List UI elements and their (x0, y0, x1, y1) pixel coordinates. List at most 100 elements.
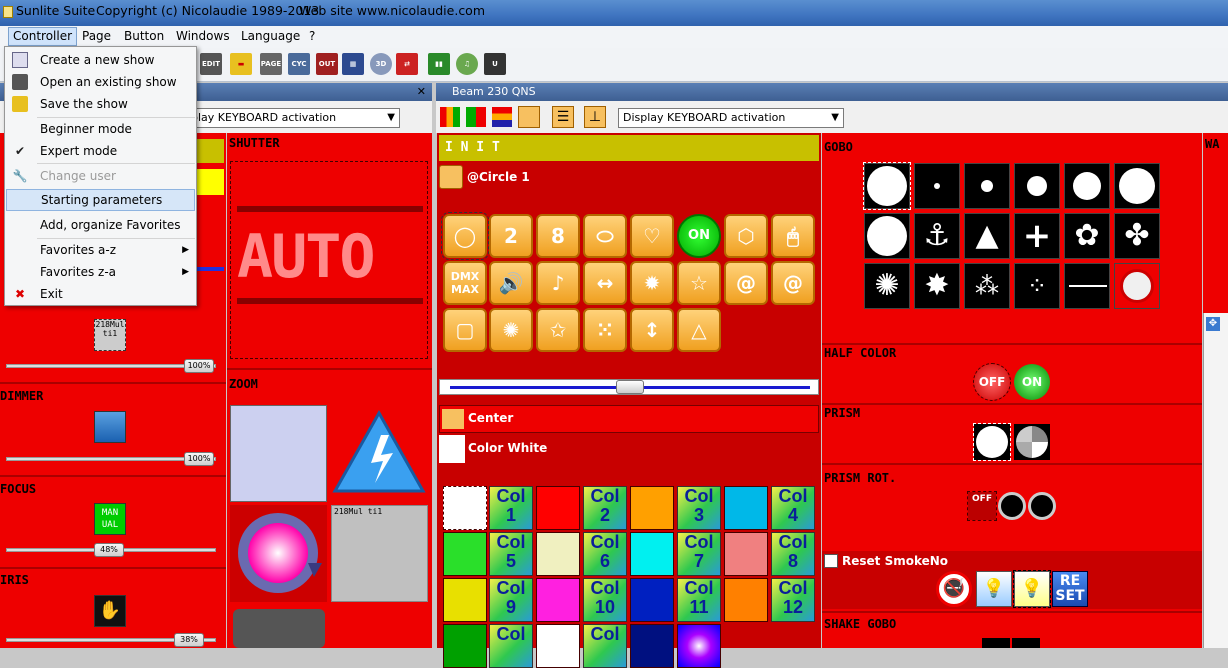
effect-eight-button[interactable]: 8 (536, 214, 580, 258)
dimmer-icon[interactable] (94, 411, 126, 443)
color-white-cell[interactable] (443, 486, 487, 530)
menu-item-beginner-mode[interactable]: Beginner mode (6, 118, 195, 140)
col-5-button[interactable]: Col 5 (489, 532, 533, 576)
half-color-off-button[interactable]: OFF (973, 363, 1011, 401)
effect-mouse-button[interactable]: 🖱 (771, 214, 815, 258)
col-6-button[interactable]: Col 6 (583, 532, 627, 576)
zoom-preview[interactable] (230, 405, 327, 502)
menu-button[interactable]: Button (120, 29, 168, 43)
slider-thumb-1[interactable]: 100% (184, 359, 214, 373)
prism-rot-off-button[interactable]: OFF (967, 491, 997, 521)
gobo-cross-icon[interactable]: + (1014, 213, 1060, 259)
color-wheel-button[interactable] (230, 505, 327, 602)
sound-button[interactable]: 🔊 (489, 261, 533, 305)
menu-item-expert-mode[interactable]: ✔ Expert mode (6, 140, 195, 162)
effect-s-button[interactable]: 2 (489, 214, 533, 258)
col-13-button[interactable]: Col (489, 624, 533, 668)
spiral2-button[interactable]: @ (771, 261, 815, 305)
col-12-button[interactable]: Col 12 (771, 578, 815, 622)
col-3-button[interactable]: Col 3 (677, 486, 721, 530)
center-row[interactable]: Center (439, 405, 819, 433)
iris-icon[interactable]: ✋ (94, 595, 126, 627)
dmx-max-button[interactable]: DMX MAX (443, 261, 487, 305)
multi-ticket[interactable]: 218Mul ti1 (94, 319, 126, 351)
effect-on-button[interactable]: ON (677, 214, 721, 258)
beam-activation-select[interactable]: Display KEYBOARD activation ▼ (618, 108, 844, 128)
effect-heart-button[interactable]: ♡ (630, 214, 674, 258)
color-amber-cell[interactable] (724, 578, 768, 622)
shake-gobo-icon-2[interactable] (1012, 638, 1040, 648)
menu-item-starting-parameters[interactable]: Starting parameters (6, 189, 195, 211)
color-aqua-cell[interactable] (630, 532, 674, 576)
left-activation-select[interactable]: play KEYBOARD activation ▼ (186, 108, 400, 128)
effect-circle-button[interactable]: ◯ (441, 212, 489, 260)
gobo-rotate-icon[interactable] (1114, 263, 1160, 309)
circle-icon[interactable] (439, 165, 463, 189)
gobo-anchor-icon[interactable]: ⚓ (914, 213, 960, 259)
monitor-icon[interactable]: ▦ (342, 53, 364, 75)
menu-item-create-show[interactable]: Create a new show (6, 49, 195, 71)
asterisk-button[interactable]: ✺ (489, 308, 533, 352)
menu-item-open-show[interactable]: Open an existing show (6, 71, 195, 93)
gobo-triangle-icon[interactable]: ▲ (964, 213, 1010, 259)
spiral-button[interactable]: @ (724, 261, 768, 305)
auto-button[interactable]: AUTO (230, 161, 428, 359)
gobo-swirl-icon[interactable]: ✤ (1114, 213, 1160, 259)
burst-button[interactable]: ✹ (630, 261, 674, 305)
gobo-full-icon[interactable] (864, 213, 910, 259)
left-right-button[interactable]: ↔ (583, 261, 627, 305)
color-green-cell[interactable] (443, 532, 487, 576)
triangle-button[interactable]: △ (677, 308, 721, 352)
col-2-button[interactable]: Col 2 (583, 486, 627, 530)
col-1-button[interactable]: Col 1 (489, 486, 533, 530)
menu-windows[interactable]: Windows (172, 29, 234, 43)
square-button[interactable]: ▢ (443, 308, 487, 352)
page-icon[interactable]: PAGE (260, 53, 282, 75)
up-down-button[interactable]: ↕ (630, 308, 674, 352)
cycle-icon[interactable]: CYC (288, 53, 310, 75)
color-darkgreen-cell[interactable] (443, 624, 487, 668)
manual-button[interactable]: MAN UAL (94, 503, 126, 535)
zoom-lightning-button[interactable] (331, 405, 428, 502)
gobo-flower-icon[interactable]: ✿ (1064, 213, 1110, 259)
bulb-on-icon[interactable]: 💡 (1013, 570, 1051, 608)
color-white-swatch[interactable] (439, 435, 465, 463)
color-pink-cell[interactable] (724, 532, 768, 576)
music-icon[interactable]: ♫ (456, 53, 478, 75)
menu-help[interactable]: ? (305, 29, 319, 43)
grid-dots-button[interactable] (233, 609, 325, 648)
col-14-button[interactable]: Col (583, 624, 627, 668)
view-icon-4[interactable] (518, 106, 540, 128)
color-cyan-cell[interactable] (724, 486, 768, 530)
gobo-dot-small-icon[interactable] (914, 163, 960, 209)
slider-thumb-3[interactable]: 48% (94, 543, 124, 557)
prism-segment-icon[interactable] (1014, 424, 1050, 460)
effect-ellipse-button[interactable]: ⬭ (583, 214, 627, 258)
axes-icon[interactable]: ⊥ (584, 106, 606, 128)
no-smoke-icon[interactable]: 🚭 (936, 571, 972, 607)
close-icon[interactable]: ✕ (417, 83, 426, 101)
gobo-open-icon[interactable] (863, 162, 911, 210)
col-7-button[interactable]: Col 7 (677, 532, 721, 576)
flag-icon[interactable]: ▬ (230, 53, 252, 75)
view-icon-2[interactable] (466, 107, 486, 127)
random-dots-button[interactable]: ⁙ (583, 308, 627, 352)
out-icon[interactable]: OUT (316, 53, 338, 75)
menu-item-exit[interactable]: ✖ Exit (6, 283, 195, 305)
sliders-icon[interactable]: ☰ (552, 106, 574, 128)
slider-thumb-4[interactable]: 38% (174, 633, 204, 647)
color-blue-cell[interactable] (630, 578, 674, 622)
music-note-button[interactable]: ♪ (536, 261, 580, 305)
col-9-button[interactable]: Col 9 (489, 578, 533, 622)
view-icon-1[interactable] (440, 107, 460, 127)
move-icon[interactable]: ✥ (1206, 317, 1220, 331)
view-icon-3[interactable] (492, 107, 512, 127)
menu-item-organize-favorites[interactable]: Add, organize Favorites (6, 214, 195, 236)
gobo-splat-icon[interactable]: ✸ (914, 263, 960, 309)
bars-icon[interactable]: ▮▮ (428, 53, 450, 75)
gobo-scatter-icon[interactable]: ⁘ (1014, 263, 1060, 309)
menu-page[interactable]: Page (78, 29, 115, 43)
magnet-icon[interactable]: U (484, 53, 506, 75)
menu-item-favorites-az[interactable]: Favorites a-z ▶ (6, 239, 195, 261)
color-cream-cell[interactable] (536, 532, 580, 576)
